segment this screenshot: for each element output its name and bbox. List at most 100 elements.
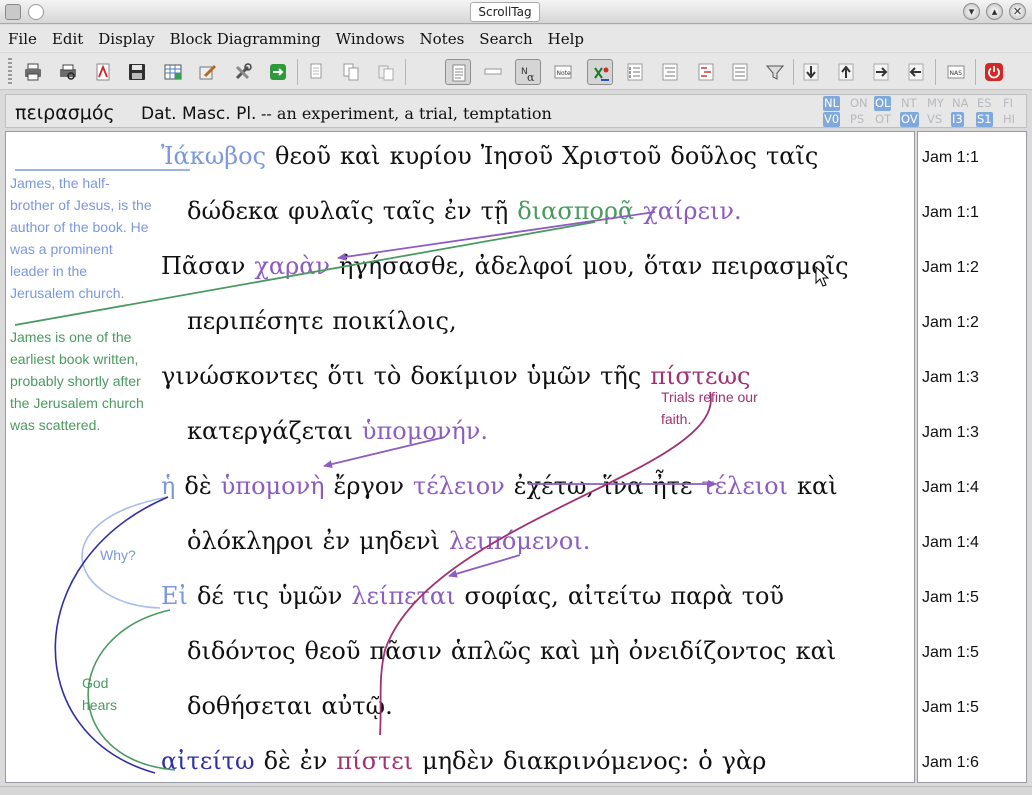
down-arrow-icon[interactable]: [798, 59, 824, 85]
greek-word[interactable]: ἔργον: [334, 472, 404, 500]
greek-word[interactable]: καὶ: [797, 472, 838, 500]
version-toggle-nt[interactable]: NT: [900, 96, 918, 111]
greek-word[interactable]: ἦτε: [652, 472, 692, 500]
verse-reference[interactable]: Jam 1:4: [922, 479, 979, 497]
version-toggle-v0[interactable]: V0: [823, 112, 841, 127]
menu-windows[interactable]: Windows: [336, 30, 405, 48]
greek-word[interactable]: τέλειον: [413, 472, 505, 500]
greek-word[interactable]: διδόντος: [187, 637, 296, 665]
version-toggle-es[interactable]: ES: [976, 96, 993, 111]
greek-word[interactable]: χαρὰν: [254, 252, 330, 280]
line-icon[interactable]: [480, 59, 506, 85]
greek-word[interactable]: ὁλόκληροι: [187, 527, 314, 555]
text-block-icon[interactable]: [727, 59, 753, 85]
greek-word[interactable]: αἰτείτω: [161, 747, 255, 775]
verse-reference[interactable]: Jam 1:2: [922, 259, 979, 277]
greek-word[interactable]: λειπόμενοι.: [449, 527, 590, 555]
table-icon[interactable]: [160, 59, 186, 85]
greek-word[interactable]: πίστεως: [650, 362, 750, 390]
greek-word[interactable]: ἐν: [444, 197, 471, 225]
verse-check-icon[interactable]: [587, 59, 613, 85]
version-toggle-na[interactable]: NA: [951, 96, 969, 111]
greek-word[interactable]: Πᾶσαν: [161, 252, 245, 280]
greek-word[interactable]: καὶ: [540, 637, 581, 665]
version-toggle-vs[interactable]: VS: [926, 112, 943, 127]
up-arrow-icon[interactable]: [833, 59, 859, 85]
greek-word[interactable]: πίστει: [336, 747, 413, 775]
greek-alpha-icon[interactable]: Nα: [515, 59, 541, 85]
greek-word[interactable]: ὁ: [698, 747, 712, 775]
align-icon[interactable]: [657, 59, 683, 85]
edit-icon[interactable]: [195, 59, 221, 85]
greek-word[interactable]: μηδενὶ: [359, 527, 440, 555]
version-toggle-on[interactable]: ON: [849, 96, 869, 111]
copy-alt-icon[interactable]: [338, 59, 364, 85]
greek-word[interactable]: ἀδελφοί: [475, 252, 574, 280]
text-pane[interactable]: James, the half-brother of Jesus, is the…: [5, 131, 915, 783]
greek-word[interactable]: δὲ: [184, 472, 211, 500]
greek-word[interactable]: ἵνα: [603, 472, 643, 500]
greek-word[interactable]: χαίρειν.: [643, 197, 741, 225]
verse-reference[interactable]: Jam 1:5: [922, 644, 979, 662]
greek-word[interactable]: δοῦλος: [670, 142, 757, 170]
greek-word[interactable]: γινώσκοντες: [161, 362, 319, 390]
greek-word[interactable]: δὲ: [264, 747, 291, 775]
maximize-icon[interactable]: ▴: [986, 3, 1003, 20]
greek-word[interactable]: φυλαῖς: [288, 197, 374, 225]
window-sticky-icon[interactable]: [28, 4, 44, 20]
greek-word[interactable]: τοῦ: [742, 582, 784, 610]
greek-word[interactable]: Ἰάκωβος: [161, 142, 266, 170]
menu-file[interactable]: File: [8, 30, 37, 48]
version-toggle-hi[interactable]: HI: [1002, 112, 1016, 127]
greek-word[interactable]: τέλειοι: [701, 472, 788, 500]
note-earliest-book[interactable]: James is one of the earliest book writte…: [10, 326, 160, 436]
verse-reference[interactable]: Jam 1:6: [922, 754, 979, 772]
verse-reference[interactable]: Jam 1:1: [922, 149, 979, 167]
greek-word[interactable]: θεοῦ: [275, 142, 331, 170]
pdf-icon[interactable]: [90, 59, 116, 85]
greek-word[interactable]: ἡ: [161, 472, 175, 500]
greek-word[interactable]: ὀνειδίζοντος: [629, 637, 787, 665]
greek-word[interactable]: δοθήσεται: [187, 692, 312, 720]
greek-word[interactable]: ἁπλῶς: [451, 637, 531, 665]
greek-word[interactable]: δώδεκα: [187, 197, 279, 225]
prev-icon[interactable]: [903, 59, 929, 85]
greek-word[interactable]: καὶ: [340, 142, 381, 170]
numbered-list-icon[interactable]: [622, 59, 648, 85]
greek-word[interactable]: σοφίας,: [464, 582, 558, 610]
greek-word[interactable]: μὴ: [590, 637, 620, 665]
page-icon[interactable]: [445, 59, 471, 85]
verse-reference[interactable]: Jam 1:5: [922, 699, 979, 717]
verse-reference[interactable]: Jam 1:5: [922, 589, 979, 607]
menu-help[interactable]: Help: [548, 30, 584, 48]
save-icon[interactable]: [124, 59, 150, 85]
menu-edit[interactable]: Edit: [52, 30, 83, 48]
greek-word[interactable]: Ἰησοῦ: [481, 142, 553, 170]
verse-reference[interactable]: Jam 1:3: [922, 424, 979, 442]
next-icon[interactable]: [868, 59, 894, 85]
tools-icon[interactable]: [230, 59, 256, 85]
export-icon[interactable]: [265, 59, 291, 85]
version-toggle-ot[interactable]: OT: [874, 112, 892, 127]
greek-word[interactable]: λείπεται: [351, 582, 455, 610]
version-toggle-ol[interactable]: OL: [874, 96, 892, 111]
greek-word[interactable]: κατεργάζεται: [187, 417, 353, 445]
menu-notes[interactable]: Notes: [420, 30, 465, 48]
note-trials[interactable]: Trials refine our faith.: [661, 386, 786, 430]
greek-word[interactable]: αἰτείτω: [568, 582, 662, 610]
greek-word[interactable]: περιπέσητε: [187, 307, 323, 335]
greek-word[interactable]: ὑπομονὴ: [221, 472, 325, 500]
close-icon[interactable]: ✕: [1009, 3, 1026, 20]
toolbar-grip[interactable]: [8, 58, 12, 84]
greek-word[interactable]: ταῖς: [766, 142, 818, 170]
greek-word[interactable]: ταῖς: [383, 197, 435, 225]
greek-word[interactable]: ποικίλοις,: [332, 307, 456, 335]
greek-word[interactable]: κυρίου: [390, 142, 472, 170]
verse-reference[interactable]: Jam 1:1: [922, 204, 979, 222]
greek-word[interactable]: μου,: [583, 252, 635, 280]
version-toggle-ov[interactable]: OV: [900, 112, 919, 127]
greek-word[interactable]: μηδὲν: [422, 747, 494, 775]
paste-icon[interactable]: [373, 59, 399, 85]
print-preview-icon[interactable]: [55, 59, 81, 85]
version-toggle-my[interactable]: MY: [926, 96, 945, 111]
